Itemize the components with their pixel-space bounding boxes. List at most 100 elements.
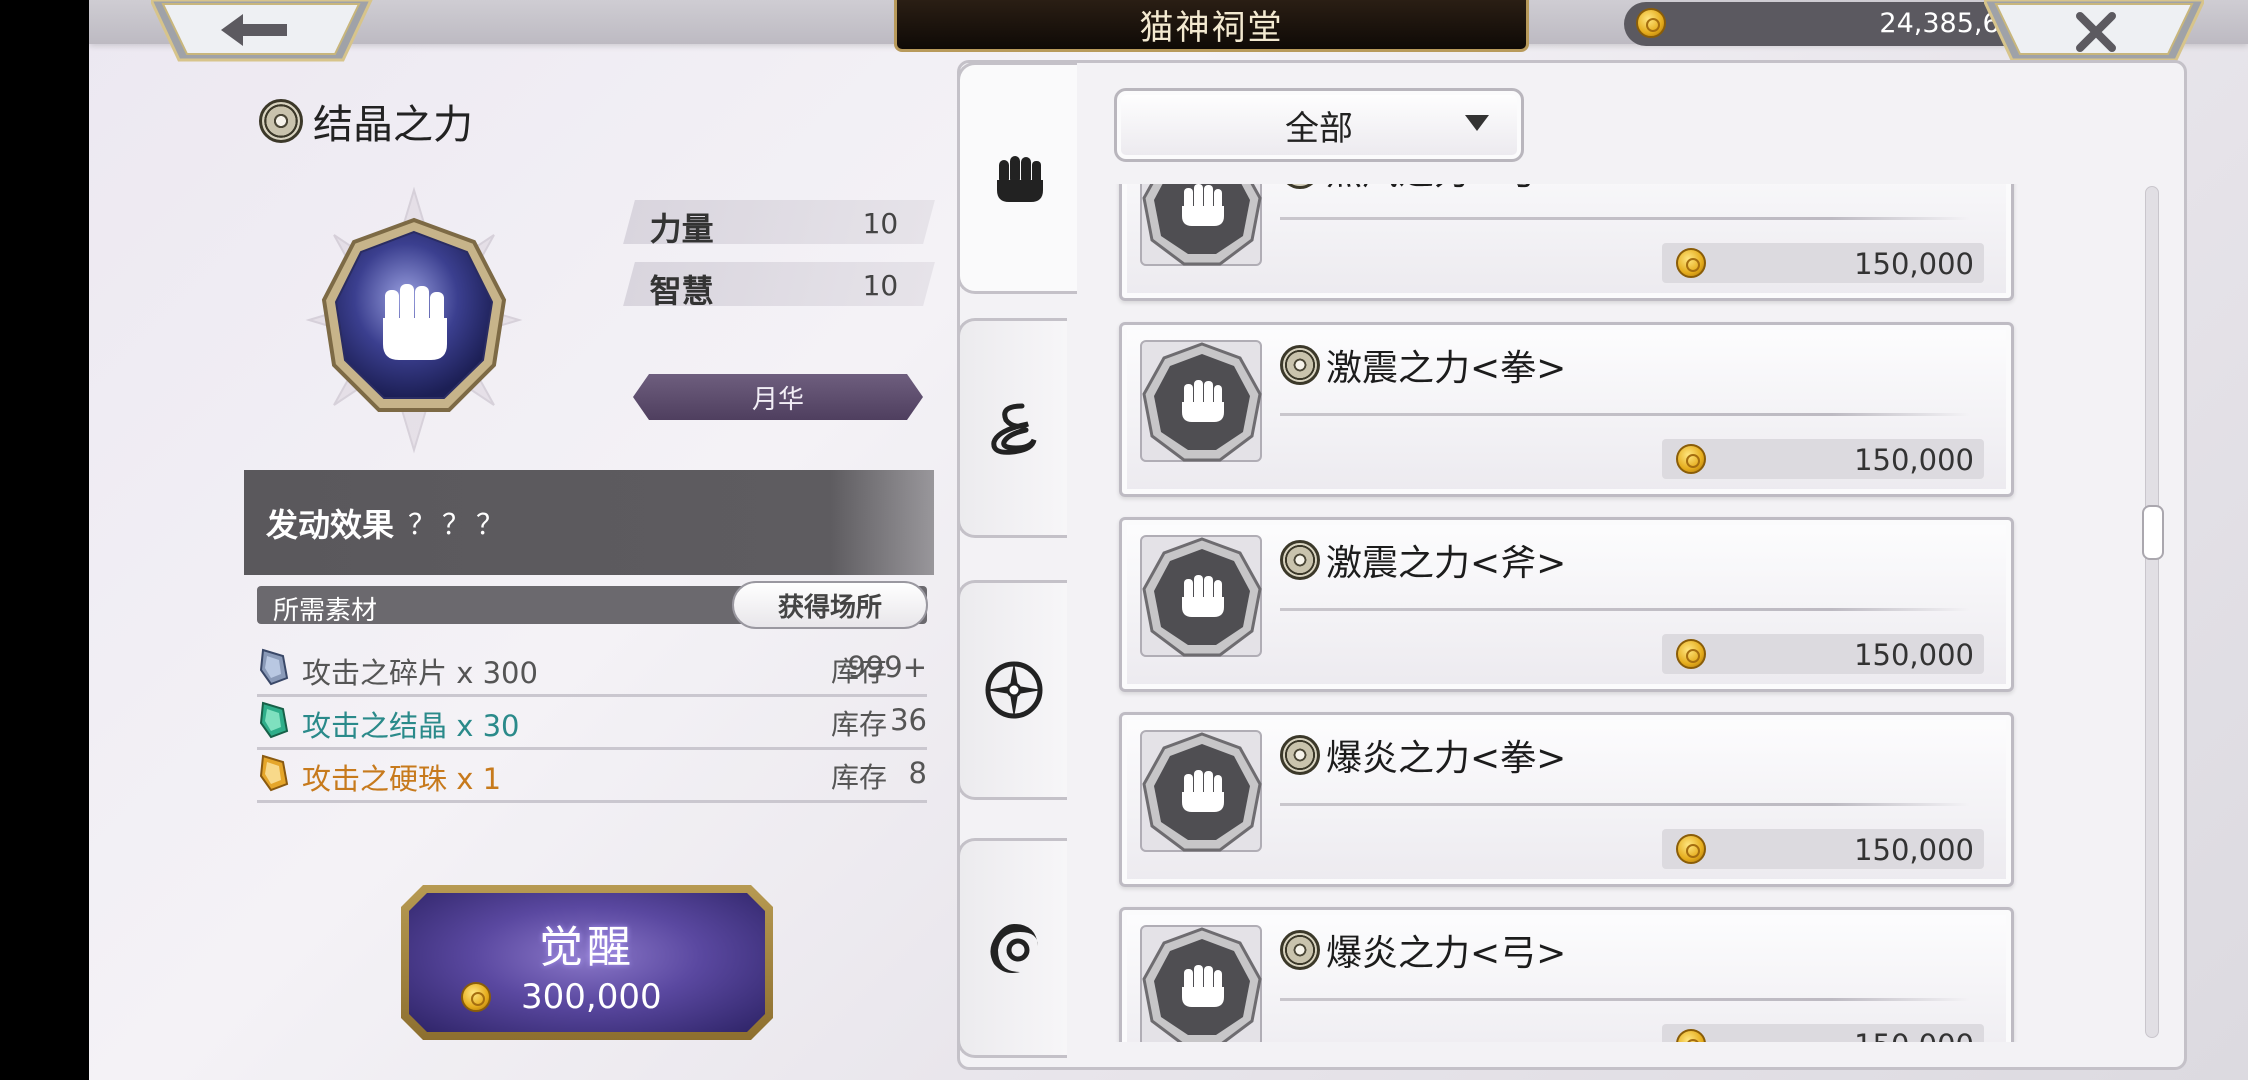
price-amount: 150,000 [1854, 638, 1974, 672]
list-item-name: 爆炎之力<拳> [1280, 729, 1566, 781]
tab-swirl[interactable] [957, 318, 1067, 538]
stat-label: 力量 [649, 210, 714, 248]
effect-value: ？？？ [408, 507, 511, 541]
list-item-name: 烈风之力<弓> [1280, 184, 1566, 195]
fist-icon [996, 156, 1043, 202]
coin-icon [1676, 248, 1706, 278]
material-row: 攻击之结晶 x 30 库存 36 [257, 695, 927, 750]
orb-gem-icon [259, 754, 289, 792]
divider [1280, 413, 1970, 416]
steel-fist-icon [1142, 537, 1262, 657]
list-item-title: 激震之力<拳> [1326, 348, 1567, 389]
coin-icon [1636, 8, 1666, 38]
vortex-icon [989, 924, 1038, 973]
list-item[interactable]: 激震之力<拳> 150,000 [1119, 322, 2014, 497]
close-x-icon [2076, 12, 2116, 52]
steel-fist-icon [1142, 342, 1262, 462]
effect-label: 发动效果 [266, 505, 395, 544]
list-item[interactable]: 爆炎之力<弓> 150,000 [1119, 907, 2014, 1042]
awaken-label: 觉醒 [539, 922, 635, 973]
list-item-name: 爆炎之力<弓> [1280, 924, 1566, 976]
list-item-title: 爆炎之力<拳> [1326, 738, 1567, 779]
source-button[interactable]: 获得场所 [732, 581, 928, 629]
price-amount: 150,000 [1854, 443, 1974, 477]
list-item-price: 150,000 [1662, 634, 1984, 674]
price-amount: 150,000 [1854, 247, 1974, 281]
star-burst-icon [985, 661, 1042, 719]
steel-fist-icon [1142, 927, 1262, 1042]
wheel-icon [1280, 540, 1320, 580]
fragment-gem-icon [259, 648, 289, 686]
arrow-left-icon [221, 14, 287, 46]
attribute-badge: 月华 [633, 374, 923, 420]
list-item-price: 150,000 [1662, 439, 1984, 479]
tab-vortex[interactable] [957, 838, 1067, 1058]
close-button[interactable] [1982, 0, 2248, 62]
steel-fist-icon [1142, 184, 1262, 266]
material-name: 攻击之硬珠 x 1 [302, 762, 502, 796]
scrollbar-track[interactable] [2145, 186, 2159, 1038]
effect-bar: 发动效果 ？？？ [244, 470, 934, 575]
chevron-down-icon [1465, 115, 1489, 131]
tab-fist[interactable] [957, 62, 1077, 294]
coin-icon [1676, 639, 1706, 669]
list-item-price: 150,000 [1662, 829, 1984, 869]
back-button-frame [149, 0, 373, 62]
crystal-gem-icon [259, 701, 289, 739]
list-item-title: 烈风之力<弓> [1326, 184, 1566, 195]
crystal-fist-icon [305, 186, 523, 454]
filter-selected: 全部 [1285, 108, 1353, 149]
list-item-name: 激震之力<斧> [1280, 534, 1566, 586]
stat-value: 10 [862, 269, 899, 302]
awaken-cost-amount: 300,000 [521, 977, 662, 1017]
list-item[interactable]: 激震之力<斧> 150,000 [1119, 517, 2014, 692]
list-item[interactable]: 爆炎之力<拳> 150,000 [1119, 712, 2014, 887]
scrollbar-thumb[interactable] [2142, 505, 2164, 560]
back-button[interactable] [149, 0, 441, 62]
category-filter-dropdown[interactable]: 全部 [1114, 88, 1524, 162]
list-item-title: 激震之力<斧> [1326, 543, 1567, 584]
material-row: 攻击之碎片 x 300 库存 999+ [257, 642, 927, 697]
wheel-icon [1280, 184, 1320, 189]
coin-icon [1676, 444, 1706, 474]
divider [1280, 803, 1970, 806]
stock-label: 库存 [831, 708, 888, 741]
item-list[interactable]: 烈风之力<弓> 150,000 激震之力<拳> 150,000 [1109, 184, 2109, 1042]
divider [1280, 998, 1970, 1001]
stock-value: 36 [890, 703, 927, 737]
awaken-button[interactable]: 觉醒 300,000 [401, 885, 773, 1040]
wheel-icon [1280, 930, 1320, 970]
divider [1280, 217, 1970, 220]
materials-header-label: 所需素材 [273, 596, 378, 626]
list-item-price: 150,000 [1662, 1024, 1984, 1042]
steel-fist-icon [1142, 732, 1262, 852]
item-name: 结晶之力 [313, 102, 473, 148]
coin-icon [1676, 1029, 1706, 1042]
material-name: 攻击之结晶 x 30 [302, 709, 520, 743]
material-name: 攻击之碎片 x 300 [302, 656, 538, 690]
stat-wisdom: 智慧 10 [623, 262, 935, 310]
stat-strength: 力量 10 [623, 200, 935, 248]
list-item-title: 爆炎之力<弓> [1326, 933, 1567, 974]
stat-value: 10 [862, 207, 899, 240]
list-item[interactable]: 烈风之力<弓> 150,000 [1119, 184, 2014, 301]
material-row: 攻击之硬珠 x 1 库存 8 [257, 748, 927, 803]
price-amount: 150,000 [1854, 1028, 1974, 1042]
stock-label: 库存 [831, 761, 888, 794]
item-title: 结晶之力 [259, 92, 473, 150]
tab-burst[interactable] [957, 580, 1067, 800]
divider [1280, 608, 1970, 611]
wheel-icon [259, 99, 303, 143]
page-title: 猫神祠堂 [894, 0, 1529, 52]
price-amount: 150,000 [1854, 833, 1974, 867]
list-item-price: 150,000 [1662, 243, 1984, 283]
wheel-icon [1280, 735, 1320, 775]
awaken-cost: 300,000 [461, 977, 662, 1017]
screen: 猫神祠堂 24,385,615 结晶之力 力量 10 智慧 10 月华 发动效果… [89, 0, 2248, 1080]
stock-value: 8 [908, 756, 927, 790]
swirl-icon [990, 403, 1036, 455]
stat-label: 智慧 [649, 272, 714, 310]
coin-icon [461, 982, 491, 1012]
list-item-name: 激震之力<拳> [1280, 339, 1566, 391]
coin-icon [1676, 834, 1706, 864]
